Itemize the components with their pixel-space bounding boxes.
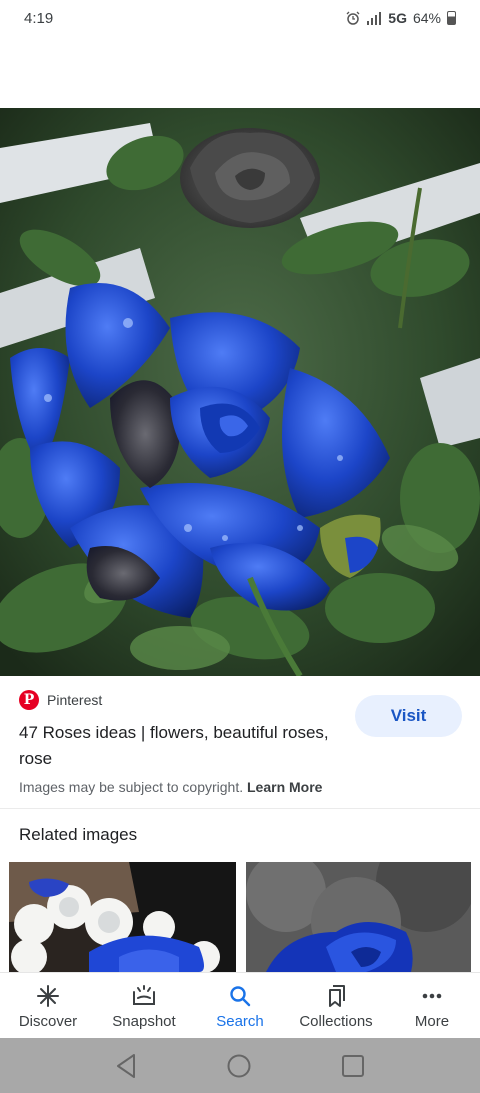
system-navigation-bar	[0, 1038, 480, 1093]
result-title[interactable]: 47 Roses ideas | flowers, beautiful rose…	[19, 720, 329, 772]
pinterest-logo: P	[19, 690, 39, 710]
copyright-notice: Images may be subject to copyright. Lear…	[19, 779, 322, 795]
search-icon	[227, 983, 253, 1009]
nav-label: Search	[216, 1013, 264, 1030]
related-heading: Related images	[19, 825, 138, 844]
related-thumbnail-2	[246, 862, 471, 972]
nav-snapshot[interactable]: Snapshot	[96, 973, 192, 1038]
source-name: Pinterest	[47, 692, 103, 708]
rose-photo	[0, 108, 480, 676]
status-time: 4:19	[24, 9, 54, 27]
related-thumbnail-1	[9, 862, 236, 972]
bottom-navigation: Discover Snapshot Search Collections Mor…	[0, 972, 480, 1038]
nav-collections[interactable]: Collections	[288, 973, 384, 1038]
visit-button[interactable]: Visit	[355, 695, 462, 737]
nav-more[interactable]: More	[384, 973, 480, 1038]
battery-percent: 64%	[412, 10, 441, 26]
more-dots-icon	[419, 983, 445, 1009]
copyright-text: Images may be subject to copyright.	[19, 779, 244, 795]
nav-label: More	[414, 1013, 450, 1030]
battery-icon	[447, 11, 456, 25]
status-icons: 5G 64%	[346, 10, 456, 26]
source-row[interactable]: P Pinterest	[19, 690, 102, 710]
related-image[interactable]	[246, 862, 471, 972]
bookmarks-icon	[323, 983, 349, 1009]
asterisk-icon	[35, 983, 61, 1009]
signal-icon	[367, 12, 382, 25]
home-icon[interactable]	[226, 1053, 252, 1079]
nav-search[interactable]: Search	[192, 973, 288, 1038]
recents-icon[interactable]	[340, 1053, 366, 1079]
divider	[0, 808, 480, 809]
alarm-icon	[346, 11, 360, 25]
network-type: 5G	[388, 10, 407, 26]
nav-label: Snapshot	[112, 1013, 176, 1030]
nav-label: Collections	[299, 1013, 373, 1030]
snapshot-icon	[131, 983, 157, 1009]
result-info: P Pinterest 47 Roses ideas | flowers, be…	[0, 676, 480, 809]
back-icon[interactable]	[114, 1053, 138, 1079]
related-image[interactable]	[9, 862, 236, 972]
learn-more-link[interactable]: Learn More	[247, 779, 322, 795]
status-bar: 4:19 5G 64%	[0, 0, 480, 36]
nav-label: Discover	[18, 1013, 78, 1030]
nav-discover[interactable]: Discover	[0, 973, 96, 1038]
result-image[interactable]	[0, 108, 480, 676]
